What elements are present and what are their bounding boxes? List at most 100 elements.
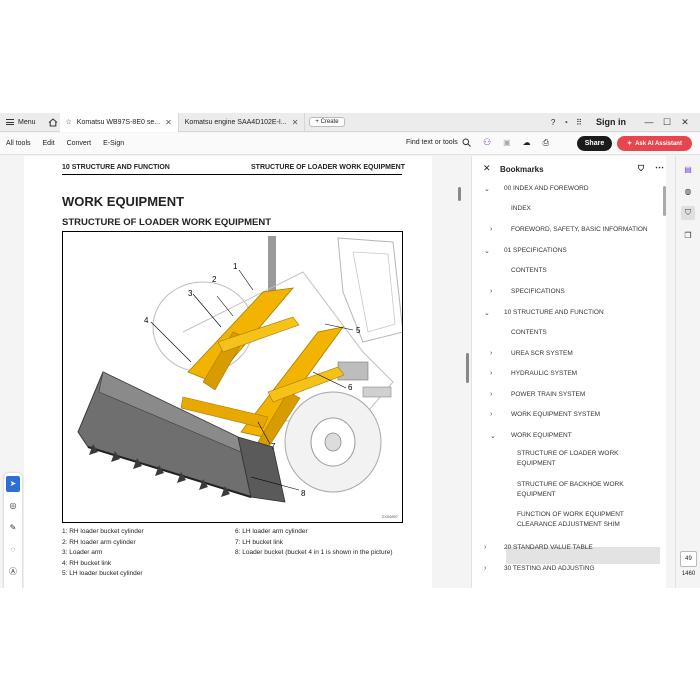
upload-cloud-icon[interactable]: ☁ [523, 138, 531, 147]
print-icon[interactable]: ⎙ [543, 138, 549, 148]
bookmark-item[interactable]: WORK EQUIPMENT [511, 431, 572, 441]
close-window-icon[interactable]: ✕ [680, 117, 690, 128]
figure-id: ZX00897 [381, 514, 398, 519]
menu-button[interactable]: Menu [0, 113, 42, 132]
caption-item: 1: RH loader bucket cylinder [62, 528, 144, 535]
bookmark-item[interactable]: 01 SPECIFICATIONS [504, 246, 567, 256]
ai-panel-icon[interactable]: ▤ [681, 162, 695, 176]
lasso-icon[interactable]: ◌ [6, 542, 20, 558]
loader-illustration [77, 236, 402, 503]
header-rule [62, 174, 402, 175]
bookmark-item[interactable]: 20 STANDARD VALUE TABLE [504, 543, 593, 553]
page-title: WORK EQUIPMENT [62, 194, 185, 209]
bookmark-item[interactable]: 10 STRUCTURE AND FUNCTION [504, 308, 604, 318]
esign-menu[interactable]: E-Sign [97, 140, 130, 147]
captions-right: 6: LH loader arm cylinder 7: LH bucket l… [235, 527, 407, 559]
chevron-right-icon[interactable]: › [490, 350, 492, 357]
page-number-input[interactable]: 49 [680, 551, 697, 567]
convert-menu[interactable]: Convert [61, 140, 98, 147]
bookmark-item[interactable]: POWER TRAIN SYSTEM [511, 390, 585, 400]
add-bookmark-icon[interactable]: ⛉ [638, 164, 644, 174]
caption-item: 5: LH loader bucket cylinder [62, 570, 143, 577]
pages-icon[interactable]: ❐ [681, 228, 695, 242]
window-controls: ? ◔ ⠿ Sign in — ☐ ✕ [551, 117, 700, 128]
chevron-down-icon[interactable]: ⌄ [484, 309, 490, 317]
text-box-icon[interactable]: Ⓐ [6, 563, 20, 579]
chevron-right-icon[interactable]: › [490, 391, 492, 398]
more-options-icon[interactable]: ⋯ [655, 162, 664, 173]
comment-icon[interactable]: ◎ [6, 498, 20, 514]
chevron-down-icon[interactable]: ⌄ [490, 432, 496, 440]
panel-resize-handle[interactable] [466, 353, 469, 383]
bookmark-item[interactable]: STRUCTURE OF LOADER WORK EQUIPMENT [517, 449, 637, 469]
ai-assistant-icon: ✦ [627, 141, 633, 147]
toolbar-icons: ⚇ ▣ ☁ ⎙ [483, 137, 549, 148]
callout-6: 6 [348, 383, 353, 392]
bookmark-scrollbar[interactable] [663, 186, 666, 576]
save-icon[interactable]: ▣ [503, 138, 511, 147]
close-tab-icon[interactable]: ✕ [165, 118, 172, 127]
bookmark-item[interactable]: FUNCTION OF WORK EQUIPMENT CLEARANCE ADJ… [517, 510, 637, 530]
home-icon[interactable] [46, 113, 60, 132]
bookmark-item[interactable]: WORK EQUIPMENT SYSTEM [511, 410, 600, 420]
bookmarks-icon[interactable]: ⛉ [681, 206, 695, 220]
bookmark-item[interactable]: SPECIFICATIONS [511, 287, 565, 297]
bell-icon[interactable]: ◔ [563, 118, 568, 127]
ai-tools-icon[interactable]: ⚇ [483, 137, 491, 148]
all-tools-menu[interactable]: All tools [0, 140, 37, 147]
scrollbar-thumb[interactable] [663, 186, 666, 216]
stamp-icon[interactable]: ✍ [6, 585, 20, 588]
help-icon[interactable]: ? [551, 118, 555, 127]
callout-2: 2 [212, 275, 217, 284]
quick-tools-panel: ➤ ◎ ✎ ◌ Ⓐ ✍ ⋯ [4, 473, 22, 588]
maximize-icon[interactable]: ☐ [662, 117, 672, 128]
bookmark-item[interactable]: UREA SCR SYSTEM [511, 349, 573, 359]
bookmark-item[interactable]: INDEX [511, 204, 531, 214]
create-label: Create [320, 119, 339, 125]
star-icon[interactable]: ☆ [66, 118, 72, 126]
tab-document-2[interactable]: Komatsu engine SAA4D102E-I... ✕ [179, 113, 306, 132]
chevron-right-icon[interactable]: › [490, 411, 492, 418]
chevron-right-icon[interactable]: › [484, 565, 486, 572]
bookmark-item[interactable]: CONTENTS [511, 328, 547, 338]
chevron-down-icon[interactable]: ⌄ [484, 247, 490, 255]
edit-menu[interactable]: Edit [37, 140, 61, 147]
ask-ai-assistant-button[interactable]: ✦ Ask AI Assistant [617, 136, 692, 151]
caption-item: 2: RH loader arm cylinder [62, 538, 136, 546]
share-button[interactable]: Share [577, 136, 612, 151]
bookmark-item[interactable]: STRUCTURE OF BACKHOE WORK EQUIPMENT [517, 480, 637, 500]
tab-bar: Menu ☆ Komatsu WB97S-8E0 se... ✕ Komatsu… [0, 113, 700, 132]
chevron-right-icon[interactable]: › [490, 226, 492, 233]
loader-equipment-figure: 1 2 3 4 5 6 7 8 ZX00897 [62, 231, 403, 523]
bookmark-item[interactable]: 00 INDEX AND FOREWORD [504, 184, 589, 194]
right-rail: ▤ ◍ ⛉ ❐ 49 1460 [675, 156, 700, 588]
close-tab-icon[interactable]: ✕ [292, 118, 299, 127]
sign-in-button[interactable]: Sign in [596, 117, 626, 127]
chevron-right-icon[interactable]: › [490, 370, 492, 377]
bookmark-item[interactable]: HYDRAULIC SYSTEM [511, 369, 577, 379]
chevron-right-icon[interactable]: › [490, 288, 492, 295]
chevron-right-icon[interactable]: › [484, 544, 486, 551]
caption-item: 8: Loader bucket (bucket 4 in 1 is shown… [235, 549, 393, 556]
select-cursor-icon[interactable]: ➤ [6, 476, 20, 492]
page-header-section: 10 STRUCTURE AND FUNCTION [62, 164, 170, 171]
caption-item: 3: Loader arm [62, 549, 103, 556]
comments-icon[interactable]: ◍ [681, 184, 695, 198]
draw-pen-icon[interactable]: ✎ [6, 520, 20, 536]
pdf-viewer-app: Menu ☆ Komatsu WB97S-8E0 se... ✕ Komatsu… [0, 113, 700, 588]
bookmark-item[interactable]: 30 TESTING AND ADJUSTING [504, 564, 595, 574]
document-page: 10 STRUCTURE AND FUNCTION STRUCTURE OF L… [24, 156, 432, 588]
tab-document-1[interactable]: ☆ Komatsu WB97S-8E0 se... ✕ [59, 113, 179, 132]
bookmark-item[interactable]: CONTENTS [511, 266, 547, 276]
chevron-down-icon[interactable]: ⌄ [484, 185, 490, 193]
bookmark-item[interactable]: FOREWORD, SAFETY, BASIC INFORMATION [511, 225, 648, 235]
menu-label: Menu [18, 118, 36, 126]
find-text-or-tools[interactable]: Find text or tools [406, 138, 471, 147]
close-panel-icon[interactable]: ✕ [483, 163, 491, 174]
minimize-icon[interactable]: — [644, 117, 654, 127]
callout-5: 5 [356, 326, 361, 335]
apps-icon[interactable]: ⠿ [576, 118, 582, 127]
create-button[interactable]: + Create [309, 117, 345, 127]
page-scrollbar-thumb[interactable] [458, 187, 461, 201]
page-total: 1460 [681, 571, 696, 577]
